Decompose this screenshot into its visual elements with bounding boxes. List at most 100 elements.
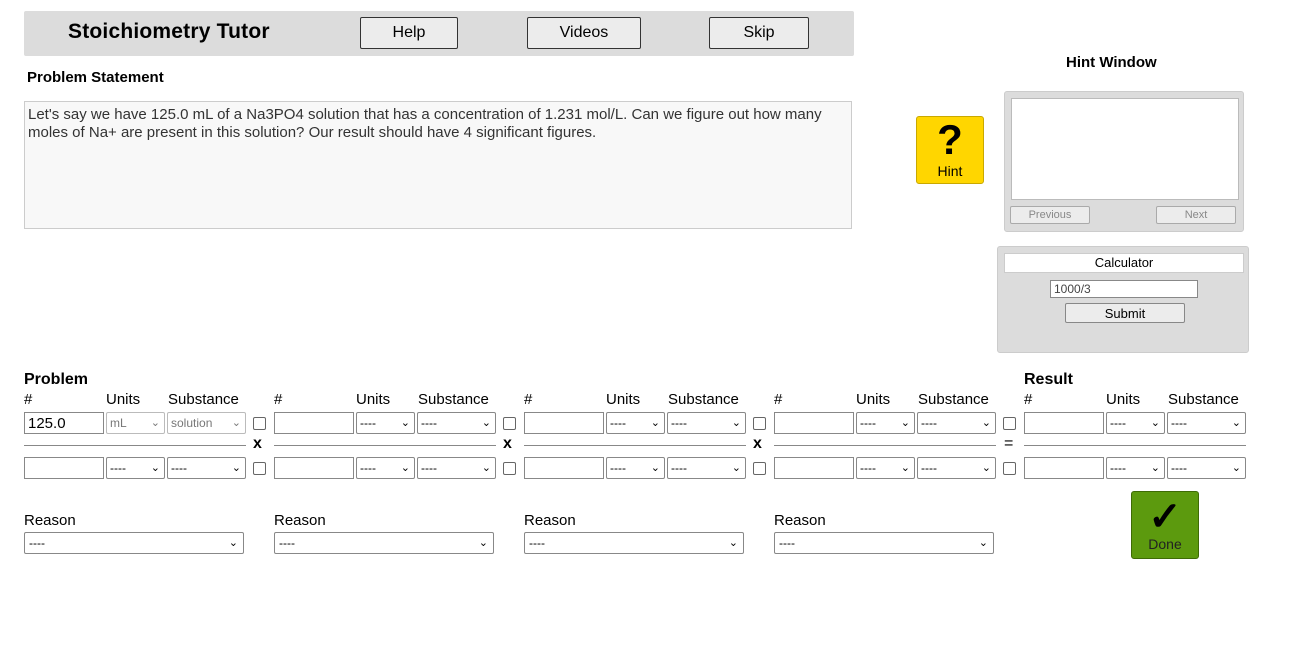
col3-denominator-checkbox[interactable]	[753, 462, 766, 475]
col4-numerator-units-select[interactable]: ---- ⌄	[856, 412, 915, 434]
multiply-operator-2: x	[503, 435, 512, 452]
col1-units-header: Units	[106, 391, 141, 408]
chevron-down-icon: ⌄	[400, 417, 410, 429]
help-button[interactable]: Help	[360, 17, 458, 49]
equals-operator: =	[1004, 435, 1014, 452]
select-value: ----	[421, 461, 437, 475]
col1-numerator-units-select[interactable]: mL ⌄	[106, 412, 165, 434]
result-num-header: #	[1024, 391, 1033, 408]
calculator-input[interactable]	[1050, 280, 1198, 298]
col4-numerator-checkbox[interactable]	[1003, 417, 1016, 430]
col4-numerator-substance-select[interactable]: ---- ⌄	[917, 412, 996, 434]
reason-2-select[interactable]: ---- ⌄	[274, 532, 494, 554]
col1-numerator-substance-select[interactable]: solution ⌄	[167, 412, 246, 434]
col2-denominator-value[interactable]	[274, 457, 354, 479]
col3-denominator-substance-select[interactable]: ---- ⌄	[667, 457, 746, 479]
calculator-title: Calculator	[1004, 253, 1244, 273]
result-denominator-substance-select[interactable]: ---- ⌄	[1167, 457, 1246, 479]
col2-denominator-units-select[interactable]: ---- ⌄	[356, 457, 415, 479]
calculator-panel: Calculator Submit	[997, 246, 1249, 353]
videos-button[interactable]: Videos	[527, 17, 641, 49]
hint-next-button[interactable]: Next	[1156, 206, 1236, 224]
select-value: ----	[671, 461, 687, 475]
reason-1-select[interactable]: ---- ⌄	[24, 532, 244, 554]
done-button-label: Done	[1148, 536, 1182, 552]
col4-denominator-units-select[interactable]: ---- ⌄	[856, 457, 915, 479]
col2-num-header: #	[274, 391, 283, 408]
select-value: ----	[1110, 416, 1126, 430]
col2-denominator-substance-select[interactable]: ---- ⌄	[417, 457, 496, 479]
col1-denominator-substance-select[interactable]: ---- ⌄	[167, 457, 246, 479]
multiply-operator-1: x	[253, 435, 262, 452]
col3-substance-header: Substance	[668, 391, 739, 408]
result-denominator-value[interactable]	[1024, 457, 1104, 479]
col4-numerator-value[interactable]	[774, 412, 854, 434]
col3-numerator-substance-select[interactable]: ---- ⌄	[667, 412, 746, 434]
col2-numerator-substance-select[interactable]: ---- ⌄	[417, 412, 496, 434]
hint-button-label: Hint	[937, 163, 963, 179]
chevron-down-icon: ⌄	[900, 417, 910, 429]
chevron-down-icon: ⌄	[981, 417, 991, 429]
select-value: ----	[860, 461, 876, 475]
result-fraction-line	[1024, 445, 1246, 446]
col4-denominator-checkbox[interactable]	[1003, 462, 1016, 475]
select-value: ----	[610, 461, 626, 475]
col1-denominator-value[interactable]	[24, 457, 104, 479]
select-value: ----	[671, 416, 687, 430]
col2-denominator-checkbox[interactable]	[503, 462, 516, 475]
calculator-submit-button[interactable]: Submit	[1065, 303, 1185, 323]
chevron-down-icon: ⌄	[228, 537, 238, 549]
hint-button[interactable]: ? Hint	[916, 116, 984, 184]
col2-fraction-line	[274, 445, 496, 446]
select-value: ----	[921, 461, 937, 475]
result-substance-header: Substance	[1168, 391, 1239, 408]
col1-fraction-line	[24, 445, 246, 446]
result-numerator-substance-select[interactable]: ---- ⌄	[1167, 412, 1246, 434]
result-units-header: Units	[1106, 391, 1141, 408]
reason-2-label: Reason	[274, 512, 326, 529]
problem-section-title: Problem	[24, 371, 89, 388]
done-button[interactable]: ✓ Done	[1131, 491, 1199, 559]
col1-denominator-units-select[interactable]: ---- ⌄	[106, 457, 165, 479]
col3-denominator-units-select[interactable]: ---- ⌄	[606, 457, 665, 479]
chevron-down-icon: ⌄	[728, 537, 738, 549]
col3-numerator-value[interactable]	[524, 412, 604, 434]
col3-num-header: #	[524, 391, 533, 408]
col1-numerator-value[interactable]	[24, 412, 104, 434]
col2-numerator-units-select[interactable]: ---- ⌄	[356, 412, 415, 434]
col4-denominator-value[interactable]	[774, 457, 854, 479]
problem-statement-label: Problem Statement	[27, 69, 164, 86]
select-value: ----	[110, 461, 126, 475]
result-numerator-value[interactable]	[1024, 412, 1104, 434]
chevron-down-icon: ⌄	[650, 417, 660, 429]
reason-4-select[interactable]: ---- ⌄	[774, 532, 994, 554]
col1-num-header: #	[24, 391, 33, 408]
col1-denominator-checkbox[interactable]	[253, 462, 266, 475]
col3-numerator-checkbox[interactable]	[753, 417, 766, 430]
select-value: ----	[779, 536, 795, 550]
col4-substance-header: Substance	[918, 391, 989, 408]
select-value: ----	[279, 536, 295, 550]
select-value: ----	[360, 461, 376, 475]
col2-substance-header: Substance	[418, 391, 489, 408]
hint-previous-button[interactable]: Previous	[1010, 206, 1090, 224]
col3-denominator-value[interactable]	[524, 457, 604, 479]
reason-1-label: Reason	[24, 512, 76, 529]
chevron-down-icon: ⌄	[650, 462, 660, 474]
col4-fraction-line	[774, 445, 996, 446]
chevron-down-icon: ⌄	[1231, 417, 1241, 429]
chevron-down-icon: ⌄	[478, 537, 488, 549]
col3-numerator-units-select[interactable]: ---- ⌄	[606, 412, 665, 434]
col2-numerator-value[interactable]	[274, 412, 354, 434]
skip-button[interactable]: Skip	[709, 17, 809, 49]
reason-3-select[interactable]: ---- ⌄	[524, 532, 744, 554]
chevron-down-icon: ⌄	[150, 417, 160, 429]
col4-denominator-substance-select[interactable]: ---- ⌄	[917, 457, 996, 479]
result-denominator-units-select[interactable]: ---- ⌄	[1106, 457, 1165, 479]
result-numerator-units-select[interactable]: ---- ⌄	[1106, 412, 1165, 434]
select-value: ----	[860, 416, 876, 430]
col2-numerator-checkbox[interactable]	[503, 417, 516, 430]
col1-numerator-checkbox[interactable]	[253, 417, 266, 430]
col3-units-header: Units	[606, 391, 641, 408]
col4-num-header: #	[774, 391, 783, 408]
